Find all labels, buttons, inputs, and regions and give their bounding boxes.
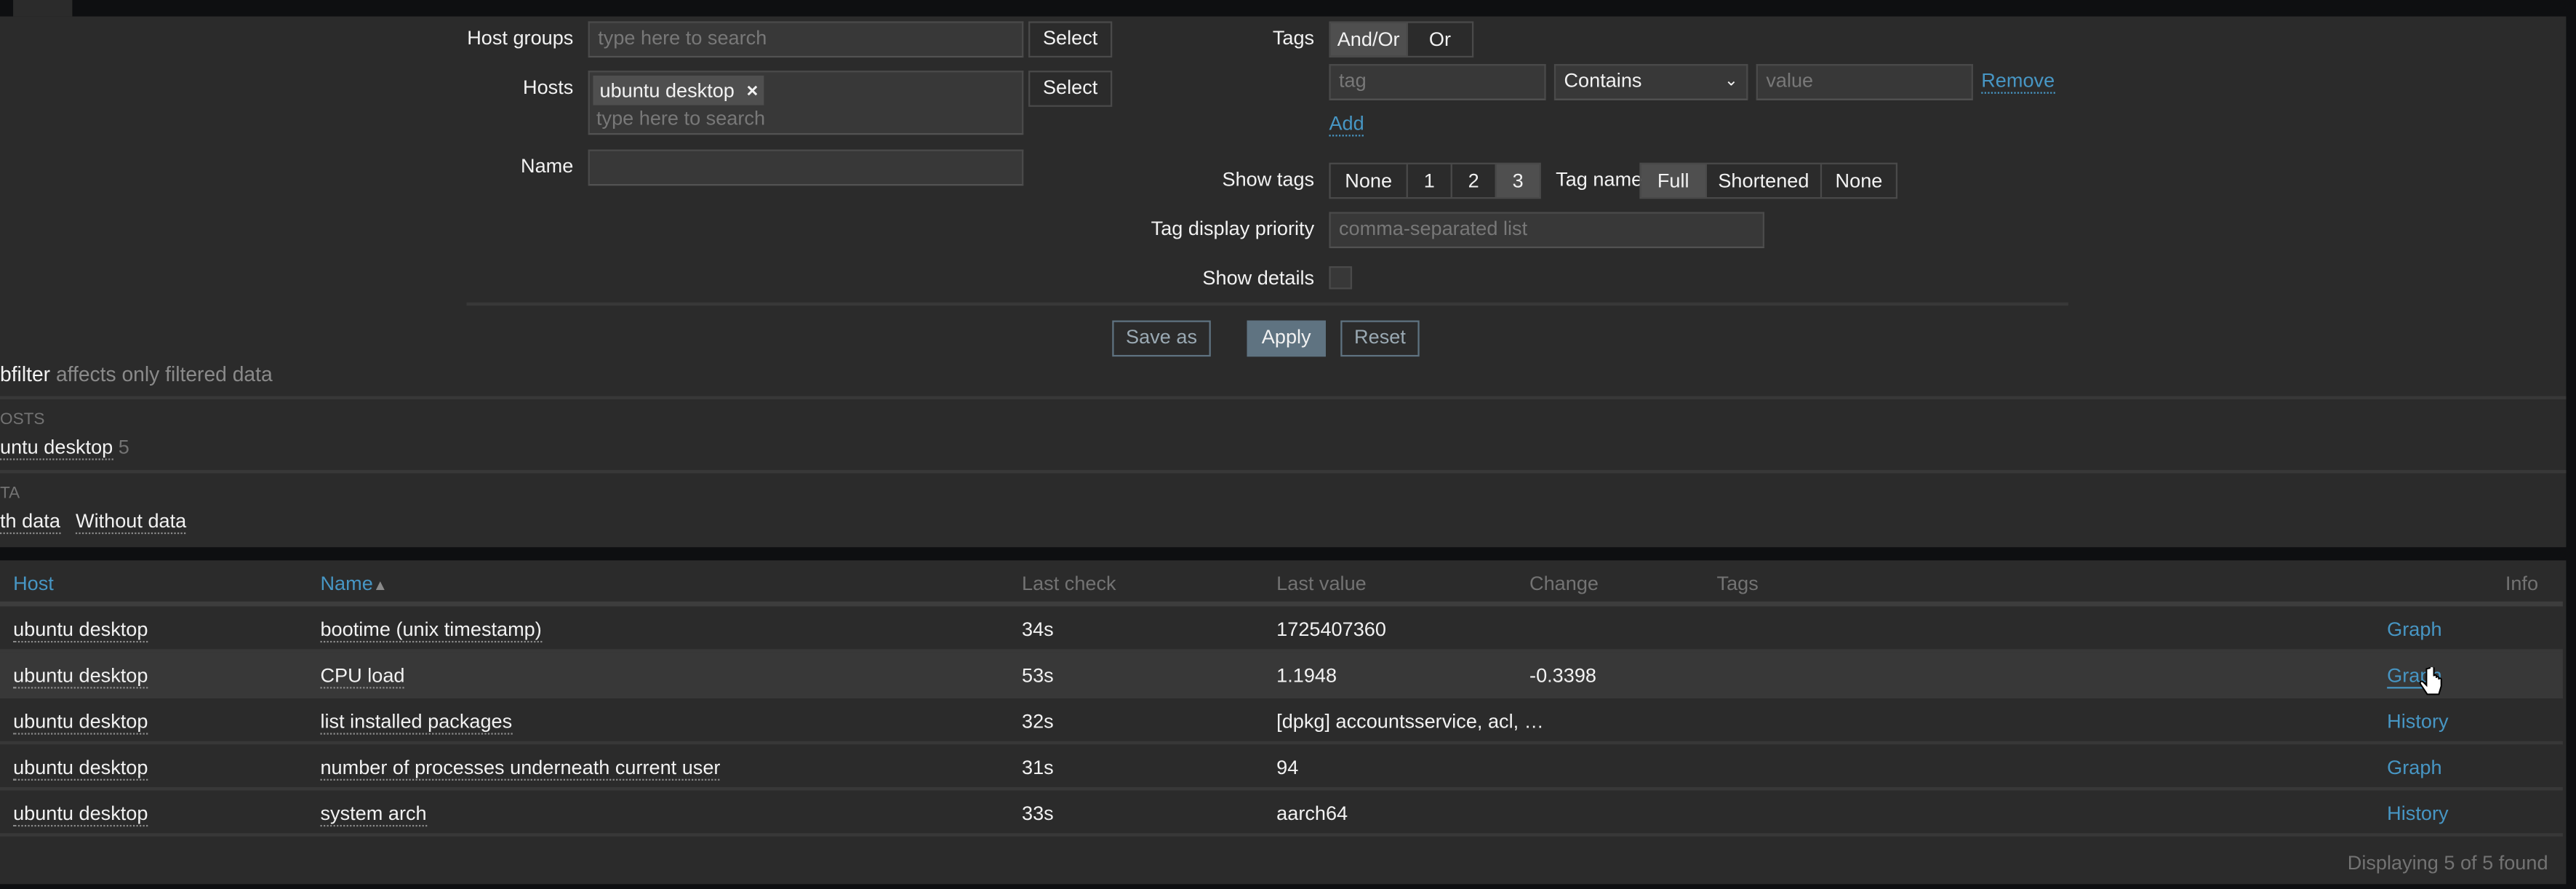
tag-display-priority-label: Tag display priority (1151, 217, 1315, 240)
hosts-input[interactable]: ubuntu desktop × type here to search (588, 71, 1024, 135)
column-header-name-label: Name (320, 572, 373, 595)
table-row: ubuntu desktop bootime (unix timestamp) 34… (0, 607, 2563, 653)
host-groups-select-button[interactable]: Select (1028, 21, 1113, 58)
table-row: ubuntu desktop list installed packages 32s… (0, 698, 2563, 745)
table-cell-host[interactable]: ubuntu desktop (13, 710, 148, 735)
tag-value-input[interactable]: value (1756, 64, 1973, 100)
host-chip-label: ubuntu desktop (599, 79, 735, 103)
tags-mode-or[interactable]: Or (1408, 23, 1472, 56)
table-cell-last-value: 1725407360 (1276, 618, 1386, 641)
hosts-label: Hosts (523, 75, 574, 99)
sort-asc-icon: ▲ (372, 576, 388, 594)
column-header-host[interactable]: Host (13, 572, 54, 595)
table-cell-last-check: 34s (1022, 618, 1054, 641)
table-cell-last-value: 1.1948 (1276, 663, 1337, 687)
table-row: ubuntu desktop CPU load 53s 1.1948 -0.3398 Gr… (0, 652, 2563, 699)
apply-button[interactable]: Apply (1247, 320, 1326, 357)
table-cell-last-value: [dpkg] accountsservice, acl, … (1276, 709, 1544, 733)
table-cell-host[interactable]: ubuntu desktop (13, 756, 148, 781)
table-header-divider (0, 601, 2563, 607)
show-tags-toggle[interactable]: None 1 2 3 (1329, 162, 1541, 199)
subfilter-heading: bfilter affects only filtered data (0, 363, 273, 386)
subfilter-host-count: 5 (118, 435, 129, 459)
subfilter-data-heading: TA (0, 485, 20, 503)
subfilter-without-data[interactable]: Without data (76, 509, 187, 535)
host-chip: ubuntu desktop × (593, 75, 765, 105)
reset-button[interactable]: Reset (1340, 320, 1420, 357)
close-icon[interactable]: × (746, 79, 758, 102)
tags-mode-and-or[interactable]: And/Or (1330, 23, 1408, 56)
table-cell-name[interactable]: number of processes underneath current u… (320, 756, 721, 781)
save-as-button[interactable]: Save as (1112, 320, 1211, 357)
row-action-link[interactable]: History (2387, 802, 2448, 825)
name-input[interactable] (588, 149, 1024, 186)
column-header-change: Change (1529, 572, 1599, 595)
table-cell-host[interactable]: ubuntu desktop (13, 664, 148, 689)
column-header-info: Info (2505, 572, 2539, 595)
table-cell-name[interactable]: list installed packages (320, 710, 513, 735)
tags-label: Tags (1272, 26, 1315, 49)
column-header-name[interactable]: Name▲ (320, 572, 387, 595)
subfilter-hosts-heading: OSTS (0, 410, 45, 429)
name-label: Name (521, 154, 574, 178)
table-cell-host[interactable]: ubuntu desktop (13, 802, 148, 827)
row-action-link[interactable]: History (2387, 710, 2448, 733)
hosts-search-placeholder: type here to search (596, 106, 766, 130)
filter-divider (466, 302, 2068, 306)
column-header-last-value: Last value (1276, 572, 1367, 595)
tag-name-shortened[interactable]: Shortened (1707, 164, 1823, 198)
table-cell-last-check: 31s (1022, 756, 1054, 779)
subfilter-host-link[interactable]: untu desktop (0, 435, 113, 461)
tag-name-toggle[interactable]: Full Shortened None (1639, 162, 1898, 199)
subfilter-divider (0, 396, 2567, 399)
subfilter-note: affects only filtered data (55, 363, 273, 386)
hosts-select-button[interactable]: Select (1028, 71, 1113, 107)
subfilter-divider-2 (0, 470, 2567, 474)
top-tab[interactable] (13, 0, 73, 17)
show-tags-1[interactable]: 1 (1408, 164, 1452, 198)
tag-operator-select[interactable]: Contains ⌄ (1553, 64, 1748, 100)
show-tags-label: Show tags (1222, 167, 1315, 191)
table-row: ubuntu desktop system arch 33s aarch64 Histo… (0, 791, 2563, 837)
add-tag-link[interactable]: Add (1329, 112, 1364, 137)
column-header-tags: Tags (1716, 572, 1759, 595)
table-cell-change: -0.3398 (1529, 663, 1596, 687)
subfilter-with-data[interactable]: th data (0, 509, 60, 535)
subfilter-data-options: th data Without data (0, 509, 187, 535)
remove-tag-link[interactable]: Remove (1981, 69, 2055, 94)
show-details-checkbox[interactable] (1329, 266, 1353, 290)
show-tags-3[interactable]: 3 (1496, 164, 1540, 198)
hand-cursor-icon (2419, 667, 2442, 695)
chevron-down-icon: ⌄ (1724, 72, 1738, 91)
tag-input[interactable]: tag (1329, 64, 1546, 100)
table-cell-last-check: 33s (1022, 802, 1054, 825)
host-groups-input[interactable]: type here to search (588, 21, 1024, 58)
subfilter-host-item[interactable]: untu desktop 5 (0, 435, 129, 461)
tag-display-priority-input[interactable]: comma-separated list (1329, 212, 1765, 249)
row-action-link[interactable]: Graph (2387, 618, 2441, 641)
column-header-last-check: Last check (1022, 572, 1116, 595)
table-cell-name[interactable]: system arch (320, 802, 427, 827)
tag-name-none[interactable]: None (1822, 164, 1896, 197)
table-cell-last-check: 32s (1022, 709, 1054, 733)
subfilter-title: bfilter (0, 363, 51, 386)
tags-mode-toggle[interactable]: And/Or Or (1329, 21, 1474, 58)
host-groups-label: Host groups (467, 26, 574, 49)
table-footer-count: Displaying 5 of 5 found (2347, 851, 2548, 874)
table-cell-last-value: 94 (1276, 756, 1299, 779)
table-cell-name[interactable]: bootime (unix timestamp) (320, 618, 542, 643)
row-action-link[interactable]: Graph (2387, 756, 2441, 779)
tag-name-label: Tag name (1556, 167, 1643, 191)
table-row: ubuntu desktop number of processes undern… (0, 744, 2563, 791)
tag-operator-value: Contains (1564, 68, 1642, 92)
table-cell-name[interactable]: CPU load (320, 664, 405, 689)
table-cell-host[interactable]: ubuntu desktop (13, 618, 148, 643)
show-details-label: Show details (1202, 266, 1315, 290)
table-cell-last-value: aarch64 (1276, 802, 1348, 825)
show-tags-none[interactable]: None (1331, 164, 1408, 198)
tag-name-full[interactable]: Full (1641, 164, 1707, 198)
show-tags-2[interactable]: 2 (1452, 164, 1497, 198)
table-cell-last-check: 53s (1022, 663, 1054, 687)
